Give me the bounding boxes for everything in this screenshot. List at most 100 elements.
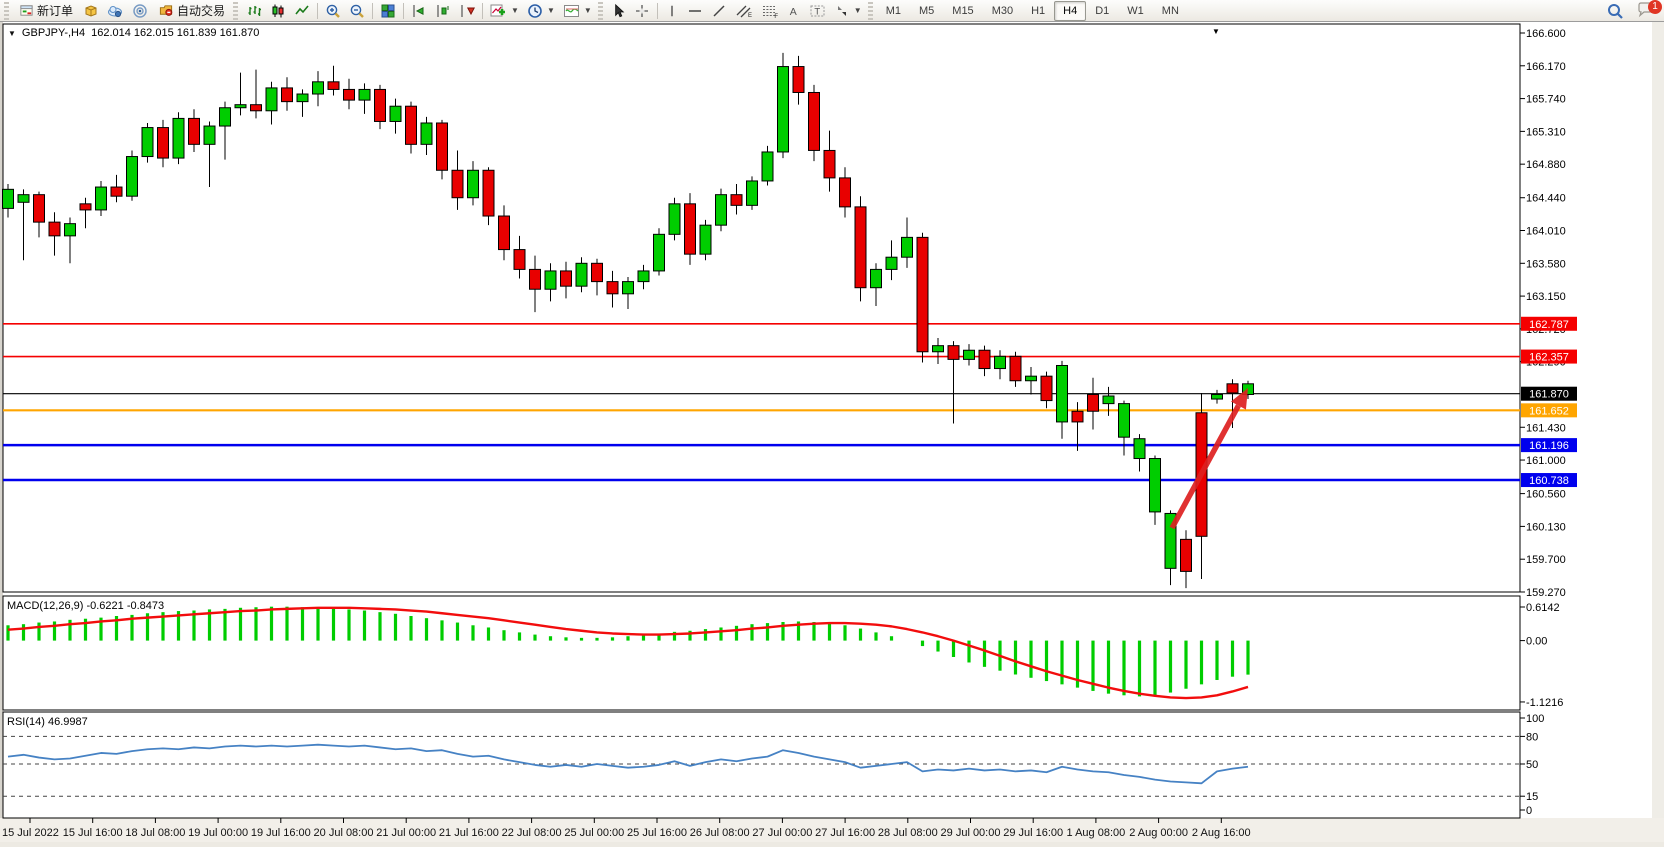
- chart-objects-icon: [459, 3, 475, 19]
- auto-scroll-icon: [411, 3, 427, 19]
- timeframe-m5[interactable]: M5: [910, 1, 943, 21]
- svg-text:161.870: 161.870: [1529, 389, 1569, 401]
- templates-button[interactable]: ▼: [559, 1, 596, 21]
- date-label: 22 Jul 08:00: [502, 827, 562, 839]
- svg-text:165.740: 165.740: [1526, 94, 1566, 106]
- candle: [297, 94, 308, 102]
- chart-symbol-period: GBPJPY-,H4: [22, 27, 85, 39]
- chart-shift-button[interactable]: [431, 1, 455, 21]
- chart-objects-button[interactable]: [455, 1, 479, 21]
- cursor-button[interactable]: [607, 1, 630, 21]
- search-button[interactable]: [1606, 2, 1624, 20]
- svg-text:50: 50: [1526, 759, 1538, 771]
- vps-button[interactable]: [103, 1, 128, 21]
- timeframe-d1[interactable]: D1: [1086, 1, 1118, 21]
- date-label: 19 Jul 00:00: [188, 827, 248, 839]
- candle: [204, 126, 215, 144]
- horizontal-line-button[interactable]: [683, 1, 707, 21]
- zoom-in-button[interactable]: [321, 1, 345, 21]
- chart-context-caret[interactable]: ▼: [1212, 27, 1220, 36]
- tile-windows-button[interactable]: [376, 1, 400, 21]
- candle: [1103, 396, 1114, 404]
- svg-text:161.196: 161.196: [1529, 440, 1569, 452]
- candle: [328, 82, 339, 90]
- text-button[interactable]: A: [783, 1, 805, 21]
- candle: [545, 271, 556, 289]
- candle: [576, 263, 587, 286]
- candle: [964, 350, 975, 359]
- toolbar-grip[interactable]: [868, 2, 873, 20]
- fibonacci-button[interactable]: F: [757, 1, 783, 21]
- zoom-out-icon: [349, 3, 365, 19]
- svg-text:161.652: 161.652: [1529, 405, 1569, 417]
- timeframe-w1[interactable]: W1: [1118, 1, 1153, 21]
- auto-scroll-button[interactable]: [407, 1, 431, 21]
- text-label-button[interactable]: T: [805, 1, 830, 21]
- candle: [266, 88, 277, 111]
- candle: [685, 204, 696, 254]
- candle: [375, 89, 386, 121]
- svg-text:E: E: [748, 13, 752, 19]
- signals-button[interactable]: [128, 1, 152, 21]
- autotrading-label: 自动交易: [177, 2, 225, 19]
- zoom-out-button[interactable]: [345, 1, 369, 21]
- svg-text:159.270: 159.270: [1526, 587, 1566, 599]
- timeframe-m30[interactable]: M30: [983, 1, 1022, 21]
- vps-cloud-icon: [107, 3, 124, 19]
- svg-text:160.560: 160.560: [1526, 489, 1566, 501]
- rsi-indicator-label: RSI(14) 46.9987: [7, 716, 88, 728]
- candle: [855, 207, 866, 288]
- candle: [1181, 539, 1192, 571]
- timeframe-mn[interactable]: MN: [1153, 1, 1188, 21]
- bars-chart-button[interactable]: [242, 1, 266, 21]
- vertical-line-button[interactable]: [661, 1, 683, 21]
- periods-button[interactable]: ▼: [523, 1, 559, 21]
- candle: [530, 269, 541, 289]
- autotrading-button[interactable]: 自动交易: [152, 1, 231, 21]
- svg-text:15: 15: [1526, 791, 1538, 803]
- candle: [3, 189, 14, 208]
- candle: [313, 82, 324, 94]
- candle: [824, 150, 835, 177]
- svg-text:0.00: 0.00: [1526, 636, 1547, 648]
- search-icon: [1606, 2, 1624, 20]
- arrows-button[interactable]: ▼: [830, 1, 866, 21]
- line-chart-button[interactable]: [290, 1, 314, 21]
- candle: [1088, 394, 1099, 411]
- svg-text:164.440: 164.440: [1526, 193, 1566, 205]
- timeframe-m1[interactable]: M1: [877, 1, 910, 21]
- horizontal-line-icon: [687, 3, 703, 19]
- timeframe-h1[interactable]: H1: [1022, 1, 1054, 21]
- timeframe-h4[interactable]: H4: [1054, 1, 1086, 21]
- candle: [778, 67, 789, 152]
- candle: [189, 118, 200, 144]
- market-button[interactable]: [79, 1, 103, 21]
- candle: [514, 250, 525, 270]
- toolbar-grip[interactable]: [4, 2, 9, 20]
- chart-expand-arrow[interactable]: ▼: [8, 29, 16, 38]
- crosshair-button[interactable]: [630, 1, 654, 21]
- timeframe-m15[interactable]: M15: [943, 1, 982, 21]
- chart-canvas[interactable]: 166.600166.170165.740165.310164.880164.4…: [0, 22, 1664, 842]
- candle: [1227, 384, 1238, 393]
- new-order-button[interactable]: 新订单: [13, 1, 79, 21]
- candles-chart-button[interactable]: [266, 1, 290, 21]
- toolbar-grip[interactable]: [233, 2, 238, 20]
- toolbar-separator: [657, 3, 658, 19]
- candle: [917, 237, 928, 351]
- svg-text:162.357: 162.357: [1529, 352, 1569, 364]
- main-toolbar: 新订单 自动交易 ▼: [0, 0, 1664, 22]
- trendline-button[interactable]: [707, 1, 731, 21]
- candle: [127, 157, 138, 197]
- indicators-button[interactable]: ▼: [486, 1, 523, 21]
- svg-text:160.738: 160.738: [1529, 475, 1569, 487]
- svg-text:F: F: [774, 14, 778, 19]
- candle: [111, 187, 122, 196]
- equidistant-channel-button[interactable]: E: [731, 1, 757, 21]
- candle: [1010, 356, 1021, 380]
- svg-text:165.310: 165.310: [1526, 126, 1566, 138]
- candle: [607, 282, 618, 294]
- toolbar-grip[interactable]: [598, 2, 603, 20]
- chat-button[interactable]: 1: [1636, 1, 1656, 21]
- svg-text:164.010: 164.010: [1526, 226, 1566, 238]
